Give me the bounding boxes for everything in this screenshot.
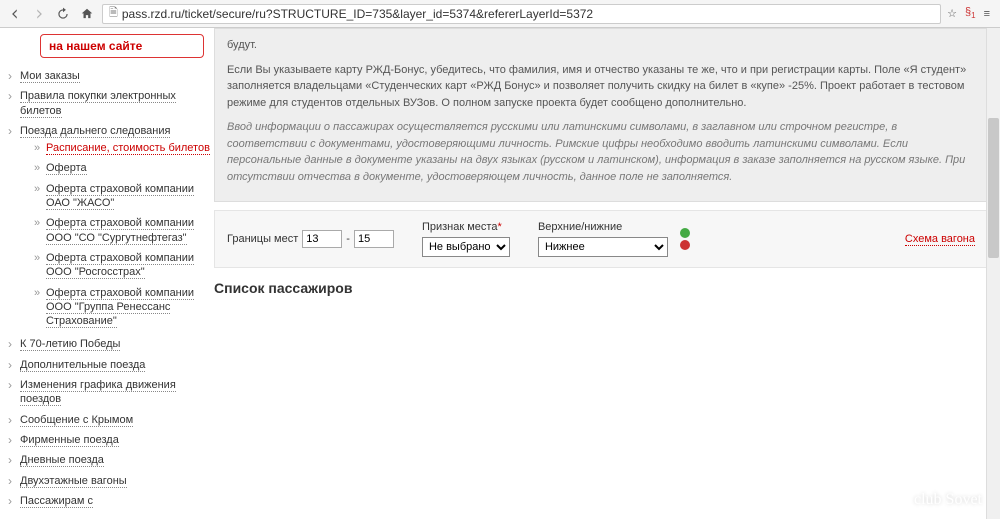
seat-level-select[interactable]: Нижнее [538, 237, 668, 257]
seat-level-label: Верхние/нижние [538, 221, 668, 233]
sidebar-item[interactable]: Мои заказы [20, 70, 80, 83]
sidebar-subitem[interactable]: Оферта страховой компании ООО "Росгосстр… [46, 252, 194, 279]
seat-sign-select[interactable]: Не выбрано [422, 237, 510, 257]
sidebar-subitem[interactable]: Расписание, стоимость билетов [46, 142, 210, 155]
sidebar-item[interactable]: Правила покупки электронных билетов [20, 90, 176, 117]
status-dots [680, 228, 690, 250]
seat-sign-label: Признак места* [422, 221, 510, 233]
seat-options-row: Границы мест - Признак места* Не выбрано… [214, 210, 988, 268]
info-tail: будут. [227, 37, 975, 54]
sidebar: на нашем сайте Мои заказы Правила покупки… [0, 28, 210, 519]
main-content: будут. Если Вы указываете карту РЖД-Бону… [210, 28, 1000, 519]
reload-button[interactable] [54, 5, 72, 23]
watermark: club Sovet [914, 491, 982, 509]
sidebar-subitem[interactable]: Оферта страховой компании ООО "Группа Ре… [46, 287, 194, 329]
forward-button[interactable] [30, 5, 48, 23]
url-text: pass.rzd.ru/ticket/secure/ru?STRUCTURE_I… [122, 7, 593, 21]
sidebar-item[interactable]: Дневные поезда [20, 454, 104, 467]
page-icon: 🗎 [109, 4, 118, 23]
sidebar-subitem[interactable]: Оферта [46, 162, 87, 175]
bookmark-icon[interactable]: ☆ [947, 7, 957, 20]
info-panel: будут. Если Вы указываете карту РЖД-Бону… [214, 28, 988, 202]
sidebar-item[interactable]: Дополнительные поезда [20, 359, 145, 372]
dot-red [680, 240, 690, 250]
scrollbar[interactable] [986, 28, 1000, 519]
info-input-rules: Ввод информации о пассажирах осуществляе… [227, 119, 975, 185]
sidebar-item[interactable]: Сообщение с Крымом [20, 414, 133, 427]
passenger-list-title: Список пассажиров [214, 280, 988, 296]
sidebar-item[interactable]: Пассажирам с [20, 495, 93, 508]
promo-box: на нашем сайте [40, 34, 204, 58]
sidebar-item[interactable]: К 70-летию Победы [20, 338, 120, 351]
menu-icon[interactable]: ≡ [984, 8, 990, 20]
wagon-scheme-link[interactable]: Схема вагона [905, 233, 975, 246]
sidebar-item[interactable]: Поезда дальнего следования [20, 125, 170, 138]
url-bar[interactable]: 🗎 pass.rzd.ru/ticket/secure/ru?STRUCTURE… [102, 4, 941, 24]
sidebar-item[interactable]: Двухэтажные вагоны [20, 475, 127, 488]
sidebar-subitem[interactable]: Оферта страховой компании ООО "СО "Сургу… [46, 217, 194, 244]
extension-icon[interactable]: §1 [965, 6, 976, 20]
browser-right-icons: ☆ §1 ≡ [947, 6, 994, 20]
sidebar-subitem[interactable]: Оферта страховой компании ОАО "ЖАСО" [46, 183, 194, 210]
seat-to-input[interactable] [354, 230, 394, 248]
home-button[interactable] [78, 5, 96, 23]
seat-from-input[interactable] [302, 230, 342, 248]
back-button[interactable] [6, 5, 24, 23]
scrollbar-thumb[interactable] [988, 118, 999, 258]
info-bonus: Если Вы указываете карту РЖД-Бонус, убед… [227, 62, 975, 112]
dot-green [680, 228, 690, 238]
sidebar-item[interactable]: Изменения графика движения поездов [20, 379, 176, 406]
sidebar-item[interactable]: Фирменные поезда [20, 434, 119, 447]
seat-range-label: Границы мест [227, 233, 298, 245]
browser-toolbar: 🗎 pass.rzd.ru/ticket/secure/ru?STRUCTURE… [0, 0, 1000, 28]
